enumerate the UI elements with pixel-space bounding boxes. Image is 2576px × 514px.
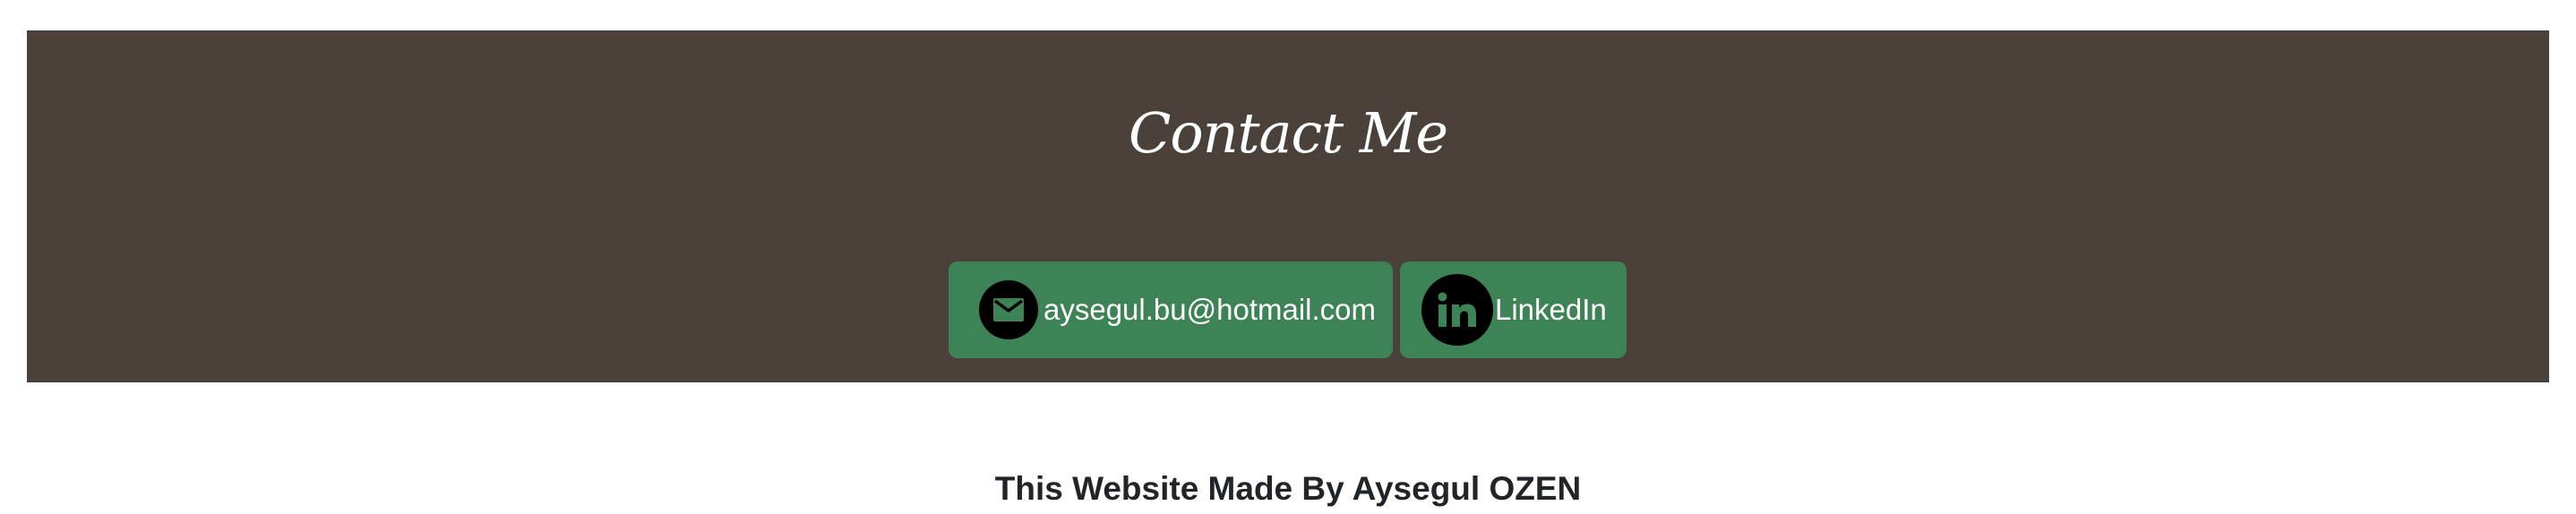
linkedin-label: LinkedIn [1495, 293, 1607, 326]
linkedin-icon [1421, 274, 1493, 346]
linkedin-button[interactable]: LinkedIn [1400, 261, 1627, 358]
contact-title: Contact Me [1128, 100, 1448, 166]
mail-icon [979, 280, 1038, 339]
email-button[interactable]: aysegul.bu@hotmail.com [949, 261, 1393, 358]
contact-section: Contact Me aysegul.bu@hotmail.com Linked… [27, 30, 2549, 382]
contact-buttons: aysegul.bu@hotmail.com LinkedIn [27, 261, 2549, 358]
footer-credit: This Website Made By Aysegul OZEN [994, 470, 1582, 507]
email-label: aysegul.bu@hotmail.com [1043, 293, 1377, 326]
